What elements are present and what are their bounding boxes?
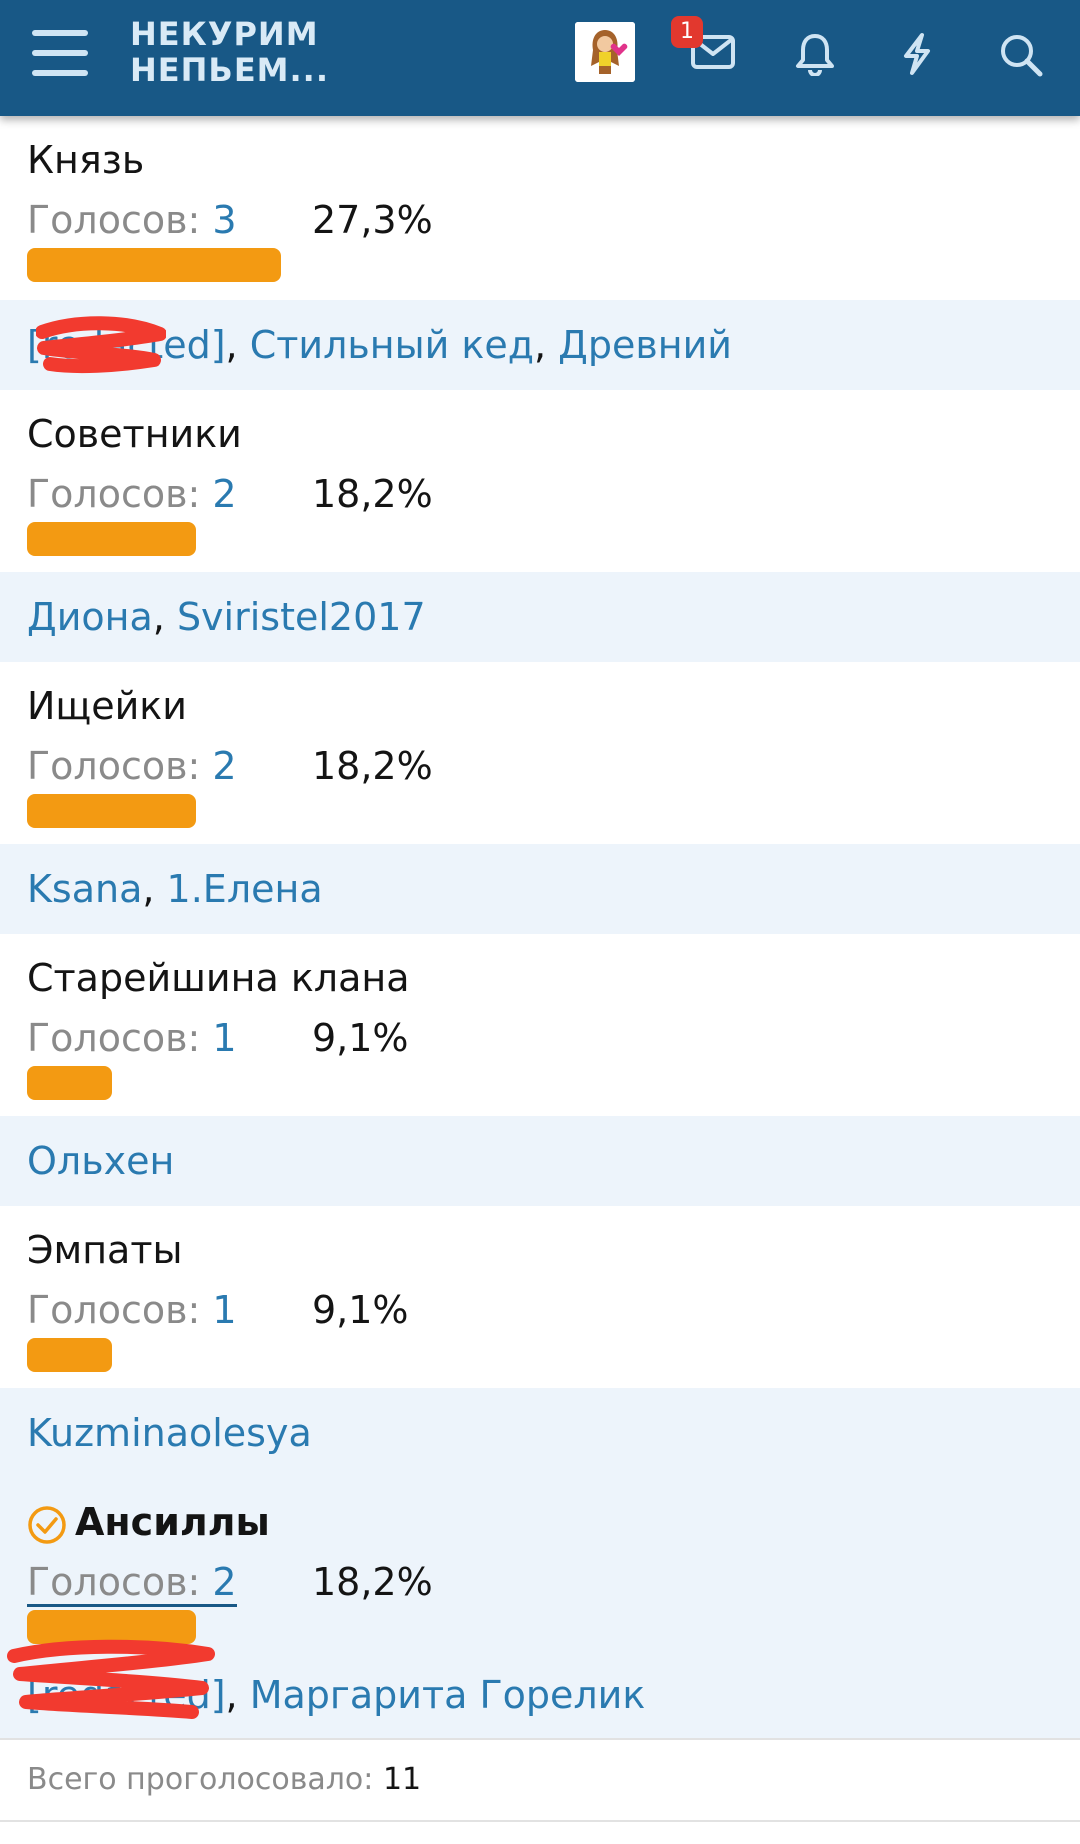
vote-percent: 9,1% bbox=[312, 1288, 409, 1332]
votes-count-link[interactable]: 2 bbox=[212, 744, 236, 788]
top-navigation-bar: НЕКУРИМ НЕПЬЕМ... 1 bbox=[0, 0, 1080, 116]
votes-label: Голосов: bbox=[27, 472, 201, 516]
voter-link[interactable]: [redacted] bbox=[27, 1673, 226, 1717]
voter-link[interactable]: Маргарита Горелик bbox=[250, 1673, 646, 1717]
option-name: Советники bbox=[27, 412, 242, 456]
voters-list: Kuzminaolesya bbox=[0, 1388, 1080, 1478]
option-name: Ансиллы bbox=[75, 1500, 270, 1544]
votes-label: Голосов: bbox=[27, 1016, 201, 1060]
votes-count-link[interactable]: 1 bbox=[212, 1288, 236, 1332]
menu-icon[interactable] bbox=[30, 26, 90, 82]
votes-label: Голосов: bbox=[27, 1560, 201, 1604]
user-avatar[interactable] bbox=[575, 22, 635, 82]
divider bbox=[0, 1820, 1080, 1822]
voters-list: Ольхен bbox=[0, 1116, 1080, 1206]
voters-list: Диона, Sviristel2017 bbox=[0, 572, 1080, 662]
poll-option-selected: Ансиллы Голосов: 2 18,2% bbox=[0, 1478, 1080, 1652]
option-name: Князь bbox=[27, 138, 145, 182]
poll-option: Князь Голосов: 3 27,3% bbox=[0, 116, 1080, 300]
vote-bar bbox=[27, 522, 196, 556]
bell-icon bbox=[796, 34, 834, 76]
voters-list: [redacted], Маргарита Горелик bbox=[0, 1639, 1080, 1738]
poll-option: Советники Голосов: 2 18,2% bbox=[0, 390, 1080, 572]
votes-count-link[interactable]: Голосов: 2 bbox=[27, 1560, 237, 1607]
vote-bar bbox=[27, 1066, 112, 1100]
vote-bar bbox=[27, 248, 281, 282]
votes-count-link[interactable]: 1 bbox=[212, 1016, 236, 1060]
total-count: 11 bbox=[382, 1762, 422, 1797]
voter-link[interactable]: Стильный кед bbox=[250, 323, 534, 367]
total-label: Всего проголосовало: bbox=[27, 1762, 374, 1797]
voter-link[interactable]: Kuzminaolesya bbox=[27, 1411, 312, 1455]
votes-count-link[interactable]: 3 bbox=[212, 198, 236, 242]
alerts-button[interactable] bbox=[783, 20, 847, 84]
option-name: Ищейки bbox=[27, 684, 187, 728]
voters-list: [redacted], Стильный кед, Древний bbox=[0, 300, 1080, 390]
votes-label: Голосов: bbox=[27, 744, 201, 788]
voter-link[interactable]: Ольхен bbox=[27, 1139, 174, 1183]
check-circle-icon bbox=[28, 1505, 66, 1544]
vote-percent: 18,2% bbox=[312, 744, 433, 788]
lightning-icon bbox=[904, 33, 930, 75]
logo-line-1: НЕКУРИМ bbox=[130, 15, 319, 53]
site-logo[interactable]: НЕКУРИМ НЕПЬЕМ... bbox=[130, 16, 329, 88]
voters-list: Ksana, 1.Елена bbox=[0, 844, 1080, 934]
poll-results: Князь Голосов: 3 27,3% [redacted], Стиль… bbox=[0, 116, 1080, 1822]
poll-total: Всего проголосовало: 11 bbox=[0, 1740, 1080, 1820]
voter-link[interactable]: [redacted] bbox=[27, 323, 226, 367]
votes-label: Голосов: bbox=[27, 1288, 201, 1332]
vote-percent: 27,3% bbox=[312, 198, 433, 242]
vote-percent: 9,1% bbox=[312, 1016, 409, 1060]
option-name: Эмпаты bbox=[27, 1228, 183, 1272]
search-icon bbox=[1001, 35, 1043, 77]
vote-bar bbox=[27, 794, 196, 828]
voter-link[interactable]: 1.Елена bbox=[167, 867, 323, 911]
vote-percent: 18,2% bbox=[312, 472, 433, 516]
votes-label: Голосов: bbox=[27, 198, 201, 242]
vote-bar bbox=[27, 1338, 112, 1372]
inbox-unread-badge: 1 bbox=[671, 16, 703, 48]
poll-option: Эмпаты Голосов: 1 9,1% bbox=[0, 1206, 1080, 1388]
vote-percent: 18,2% bbox=[312, 1560, 433, 1604]
voter-link[interactable]: Sviristel2017 bbox=[177, 595, 426, 639]
voter-link[interactable]: Древний bbox=[558, 323, 732, 367]
poll-option: Ищейки Голосов: 2 18,2% bbox=[0, 662, 1080, 844]
votes-count-link[interactable]: 2 bbox=[212, 472, 236, 516]
votes-count: 2 bbox=[212, 1560, 237, 1604]
vote-bar bbox=[27, 1610, 196, 1644]
search-button[interactable] bbox=[988, 20, 1052, 84]
voter-link[interactable]: Ksana bbox=[27, 867, 142, 911]
option-name: Старейшина клана bbox=[27, 956, 410, 1000]
logo-line-2: НЕПЬЕМ... bbox=[130, 51, 329, 89]
poll-option: Старейшина клана Голосов: 1 9,1% bbox=[0, 934, 1080, 1116]
voter-link[interactable]: Диона bbox=[27, 595, 153, 639]
whats-new-button[interactable] bbox=[885, 20, 949, 84]
